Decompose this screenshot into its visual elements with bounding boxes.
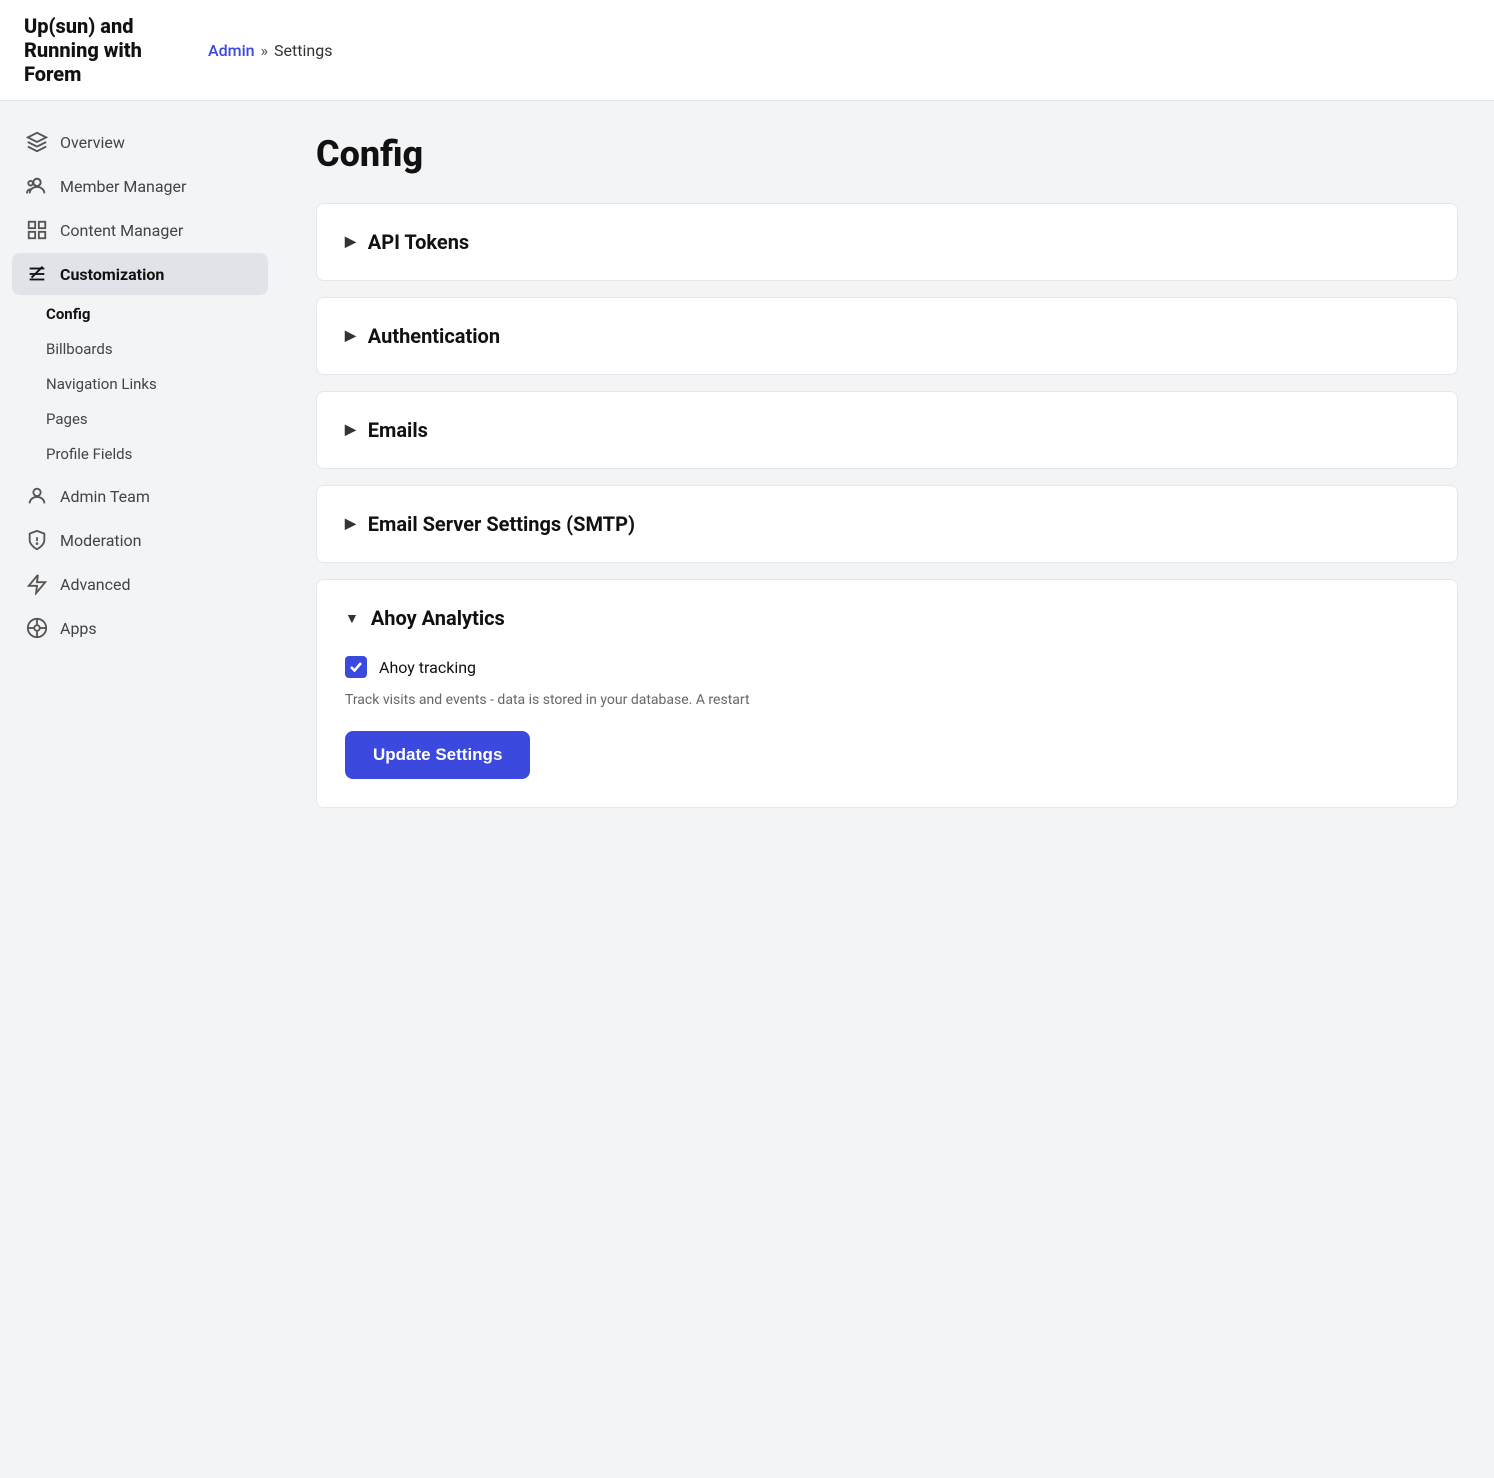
sidebar: Overview Member Manager	[0, 101, 280, 1478]
person-icon	[26, 485, 48, 507]
arrow-emails: ▶	[345, 422, 356, 438]
sidebar-sub-navigation-links[interactable]: Navigation Links	[32, 367, 268, 401]
accordion-email-server: ▶ Email Server Settings (SMTP)	[316, 485, 1458, 563]
arrow-email-server: ▶	[345, 516, 356, 532]
sidebar-moderation-label: Moderation	[60, 531, 142, 550]
arrow-authentication: ▶	[345, 328, 356, 344]
accordion-emails: ▶ Emails	[316, 391, 1458, 469]
accordion-label-api-tokens: API Tokens	[368, 230, 469, 254]
accordion-ahoy-analytics: ▼ Ahoy Analytics Ahoy tracking Track vis…	[316, 579, 1458, 808]
breadcrumb-separator: »	[261, 41, 269, 60]
accordion-label-emails: Emails	[368, 418, 428, 442]
tool-icon	[26, 263, 48, 285]
accordion-header-email-server[interactable]: ▶ Email Server Settings (SMTP)	[317, 486, 1457, 562]
main-content: Config ▶ API Tokens ▶ Authentication ▶ E…	[280, 101, 1494, 1478]
ahoy-tracking-row: Ahoy tracking	[345, 656, 1429, 678]
ahoy-tracking-label: Ahoy tracking	[379, 658, 476, 677]
lightning-icon	[26, 573, 48, 595]
sidebar-customization-label: Customization	[60, 265, 164, 284]
header: Up(sun) and Running with Forem Admin » S…	[0, 0, 1494, 101]
update-settings-button[interactable]: Update Settings	[345, 731, 530, 779]
accordion-header-authentication[interactable]: ▶ Authentication	[317, 298, 1457, 374]
sidebar-overview-label: Overview	[60, 133, 125, 152]
ahoy-description: Track visits and events - data is stored…	[345, 690, 1429, 711]
page-title: Config	[316, 133, 1458, 175]
accordion-authentication: ▶ Authentication	[316, 297, 1458, 375]
sidebar-item-overview[interactable]: Overview	[12, 121, 268, 163]
accordion-api-tokens: ▶ API Tokens	[316, 203, 1458, 281]
sidebar-item-customization[interactable]: Customization	[12, 253, 268, 295]
sidebar-item-advanced[interactable]: Advanced	[12, 563, 268, 605]
sidebar-admin-team-label: Admin Team	[60, 487, 150, 506]
breadcrumb-admin[interactable]: Admin	[208, 41, 255, 60]
breadcrumb-current: Settings	[274, 41, 332, 60]
layout: Overview Member Manager	[0, 101, 1494, 1478]
sidebar-item-apps[interactable]: Apps	[12, 607, 268, 649]
breadcrumb: Admin » Settings	[208, 41, 332, 60]
sidebar-sub-profile-fields[interactable]: Profile Fields	[32, 437, 268, 471]
sidebar-member-label: Member Manager	[60, 177, 186, 196]
sidebar-sub-pages[interactable]: Pages	[32, 402, 268, 436]
sidebar-item-content-manager[interactable]: Content Manager	[12, 209, 268, 251]
accordion-header-ahoy[interactable]: ▼ Ahoy Analytics	[317, 580, 1457, 656]
site-title: Up(sun) and Running with Forem	[24, 14, 184, 86]
sidebar-item-admin-team[interactable]: Admin Team	[12, 475, 268, 517]
arrow-ahoy: ▼	[345, 610, 359, 627]
sidebar-advanced-label: Advanced	[60, 575, 131, 594]
sidebar-item-moderation[interactable]: Moderation	[12, 519, 268, 561]
accordion-label-authentication: Authentication	[368, 324, 500, 348]
sidebar-content-label: Content Manager	[60, 221, 183, 240]
sidebar-item-member-manager[interactable]: Member Manager	[12, 165, 268, 207]
accordion-header-emails[interactable]: ▶ Emails	[317, 392, 1457, 468]
arrow-api-tokens: ▶	[345, 234, 356, 250]
accordion-label-ahoy: Ahoy Analytics	[371, 606, 505, 630]
users-icon	[26, 175, 48, 197]
sidebar-sub-config[interactable]: Config	[32, 297, 268, 331]
sidebar-sub-billboards[interactable]: Billboards	[32, 332, 268, 366]
sidebar-sub-menu: Config Billboards Navigation Links Pages…	[12, 297, 268, 471]
layers-icon	[26, 131, 48, 153]
accordion-header-api-tokens[interactable]: ▶ API Tokens	[317, 204, 1457, 280]
apps-icon	[26, 617, 48, 639]
accordion-label-email-server: Email Server Settings (SMTP)	[368, 512, 635, 536]
accordion-body-ahoy: Ahoy tracking Track visits and events - …	[317, 656, 1457, 807]
grid-icon	[26, 219, 48, 241]
shield-icon	[26, 529, 48, 551]
ahoy-tracking-checkbox[interactable]	[345, 656, 367, 678]
sidebar-apps-label: Apps	[60, 619, 97, 638]
